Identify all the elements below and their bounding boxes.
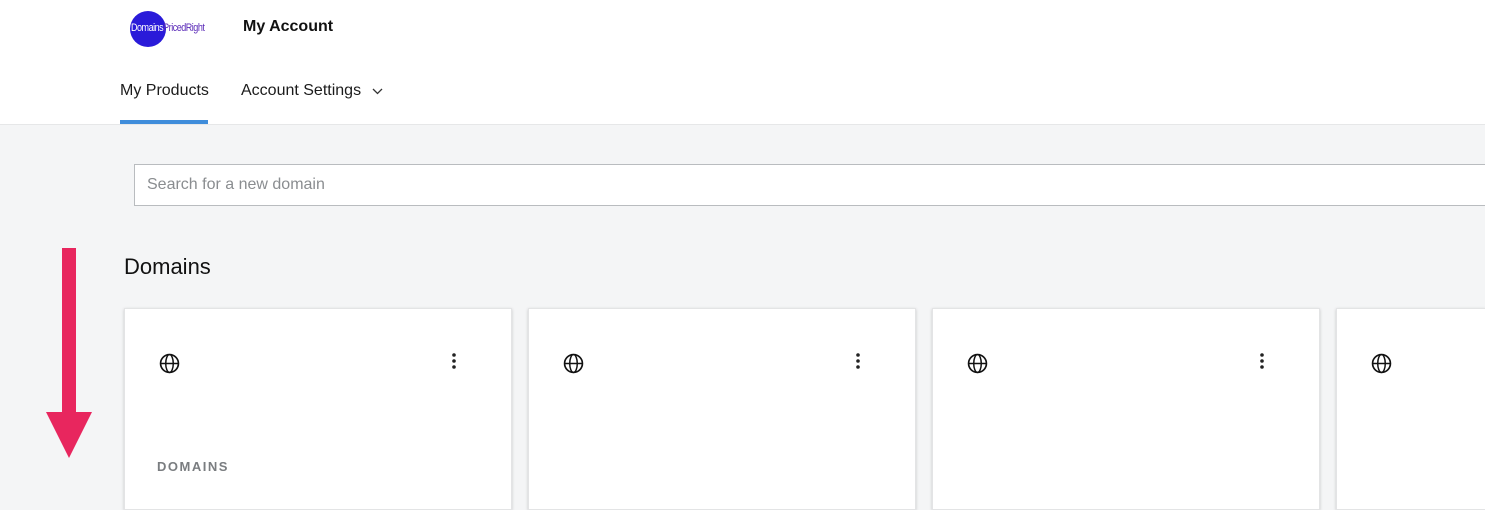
logo-word-domains: Domains bbox=[131, 22, 164, 34]
domain-search-input[interactable] bbox=[134, 164, 1485, 206]
brand-logo[interactable]: DomainsPricedRight bbox=[131, 22, 205, 34]
globe-icon bbox=[563, 353, 584, 379]
globe-icon bbox=[1371, 353, 1392, 379]
page-title: My Account bbox=[243, 18, 334, 35]
tab-label: Account Settings bbox=[241, 82, 362, 100]
more-vert-icon[interactable] bbox=[855, 352, 861, 375]
domain-card[interactable] bbox=[1336, 308, 1485, 510]
logo-word-pricedright: PricedRight bbox=[163, 22, 205, 34]
domain-card[interactable] bbox=[932, 308, 1320, 510]
top-header: DomainsPricedRight My Account My Product… bbox=[0, 0, 1485, 125]
active-tab-indicator bbox=[120, 120, 208, 124]
tab-label: My Products bbox=[120, 82, 209, 99]
domain-card[interactable]: DOMAINS bbox=[124, 308, 512, 510]
tab-account-settings[interactable]: Account Settings bbox=[241, 82, 383, 100]
more-vert-icon[interactable] bbox=[1259, 352, 1265, 375]
more-vert-icon[interactable] bbox=[451, 352, 457, 375]
globe-icon bbox=[159, 353, 180, 379]
globe-icon bbox=[967, 353, 988, 379]
arrow-down-icon bbox=[44, 248, 94, 465]
tab-my-products[interactable]: My Products bbox=[120, 82, 209, 124]
domain-card[interactable] bbox=[528, 308, 916, 510]
card-caption: DOMAINS bbox=[157, 459, 229, 474]
section-title-domains: Domains bbox=[124, 254, 211, 279]
chevron-down-icon bbox=[372, 82, 383, 100]
